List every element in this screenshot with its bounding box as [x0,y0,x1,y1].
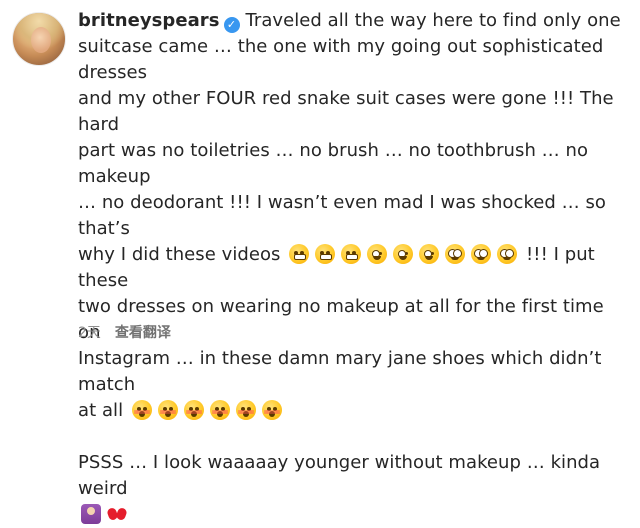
grimacing-face-emoji-icon [315,244,336,264]
flushed-face-emoji-icon [131,400,152,420]
verified-badge-icon: ✓ [223,17,240,33]
time-ago: 2天 [78,325,101,341]
comment-line-6: why I did these videos [78,244,281,265]
comment-line-9: at all [78,400,124,421]
comment-content: britneyspears ✓ Traveled all the way here … [78,8,626,528]
zany-face-emoji-icon [367,244,388,264]
comment-line-8: Instagram … in these damn mary jane shoe… [78,348,602,395]
flushed-face-emoji-icon [235,400,256,420]
username-link[interactable]: britneyspears [78,10,220,31]
person-gesturing-emoji-icon [81,504,101,524]
profile-avatar[interactable] [12,12,66,66]
comment-line-4: part was no toiletries … no brush … no t… [78,140,589,187]
zany-face-emoji-icon [393,244,414,264]
grimacing-face-emoji-icon [341,244,362,264]
emoji-group-videos [286,244,526,265]
emoji-group-end [78,504,130,525]
nerd-face-emoji-icon [471,244,492,264]
comment-line-2: suitcase came … the one with my going ou… [78,36,604,83]
see-translation-link[interactable]: 查看翻译 [115,322,171,342]
comment-line-3: and my other FOUR red snake suit cases w… [78,88,614,135]
comment-text: britneyspears ✓ Traveled all the way here … [78,8,626,528]
nerd-face-emoji-icon [497,244,518,264]
grimacing-face-emoji-icon [289,244,310,264]
flushed-face-emoji-icon [261,400,282,420]
comment-line-10: PSSS … I look waaaaay younger without ma… [78,452,601,499]
ribbon-bow-emoji-icon [107,504,127,524]
comment-meta: 2天 查看翻译 [78,322,171,342]
nerd-face-emoji-icon [445,244,466,264]
emoji-group-at-all [129,400,285,421]
flushed-face-emoji-icon [209,400,230,420]
comment-line-1: Traveled all the way here to find only o… [245,10,621,31]
flushed-face-emoji-icon [157,400,178,420]
zany-face-emoji-icon [419,244,440,264]
avatar-face [31,27,51,53]
comment-line-5: … no deodorant !!! I wasn’t even mad I w… [78,192,606,239]
flushed-face-emoji-icon [183,400,204,420]
